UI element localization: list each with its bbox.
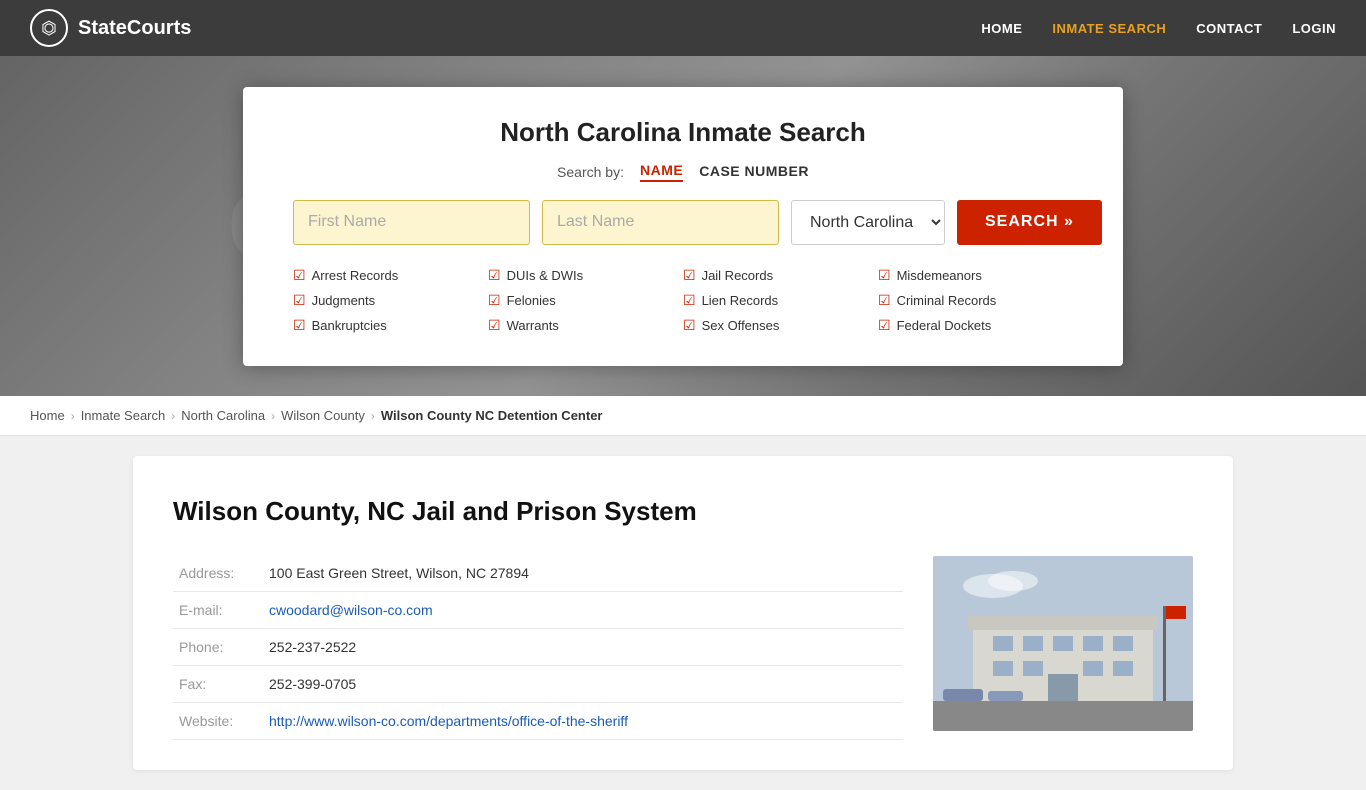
table-row: Phone: 252-237-2522 <box>173 629 903 666</box>
check-icon: ☑ <box>683 317 696 334</box>
record-jail: ☑ Jail Records <box>683 265 878 286</box>
table-row: Address: 100 East Green Street, Wilson, … <box>173 555 903 592</box>
breadcrumb-current: Wilson County NC Detention Center <box>381 408 603 423</box>
check-icon: ☑ <box>878 317 891 334</box>
breadcrumb-sep-2: › <box>171 409 175 423</box>
breadcrumb-home[interactable]: Home <box>30 408 65 423</box>
record-lien-label: Lien Records <box>702 293 779 308</box>
phone-label: Phone: <box>173 629 263 666</box>
record-bankruptcy: ☑ Bankruptcies <box>293 315 488 336</box>
search-by-row: Search by: NAME CASE NUMBER <box>293 162 1073 182</box>
record-criminal-label: Criminal Records <box>897 293 997 308</box>
record-bankruptcy-label: Bankruptcies <box>312 318 387 333</box>
check-icon: ☑ <box>878 267 891 284</box>
tab-case-number[interactable]: CASE NUMBER <box>699 163 809 181</box>
check-icon: ☑ <box>683 292 696 309</box>
logo-text: StateCourts <box>78 17 191 40</box>
breadcrumb: Home › Inmate Search › North Carolina › … <box>0 396 1366 436</box>
nav-inmate-search[interactable]: INMATE SEARCH <box>1052 21 1166 36</box>
jail-details: Wilson County, NC Jail and Prison System… <box>173 496 903 740</box>
logo-icon: ⏣ <box>30 9 68 47</box>
record-dui-label: DUIs & DWIs <box>507 268 584 283</box>
site-header: ⏣ StateCourts HOME INMATE SEARCH CONTACT… <box>0 0 1366 56</box>
record-felonies: ☑ Felonies <box>488 290 683 311</box>
last-name-input[interactable] <box>542 200 779 245</box>
record-arrest: ☑ Arrest Records <box>293 265 488 286</box>
website-label: Website: <box>173 703 263 740</box>
email-link[interactable]: cwoodard@wilson-co.com <box>269 602 433 618</box>
check-icon: ☑ <box>878 292 891 309</box>
jail-image <box>933 556 1193 731</box>
check-icon: ☑ <box>293 317 306 334</box>
check-icon: ☑ <box>293 292 306 309</box>
search-by-label: Search by: <box>557 164 624 180</box>
check-icon: ☑ <box>293 267 306 284</box>
table-row: Fax: 252-399-0705 <box>173 666 903 703</box>
check-icon: ☑ <box>488 317 501 334</box>
search-inputs-row: North Carolina Alabama Alaska Arizona Ca… <box>293 200 1073 245</box>
record-misdemeanor-label: Misdemeanors <box>897 268 982 283</box>
search-card-title: North Carolina Inmate Search <box>293 117 1073 148</box>
address-label: Address: <box>173 555 263 592</box>
breadcrumb-sep-3: › <box>271 409 275 423</box>
record-federal-label: Federal Dockets <box>897 318 992 333</box>
breadcrumb-sep-1: › <box>71 409 75 423</box>
nav-contact[interactable]: CONTACT <box>1196 21 1262 36</box>
jail-title: Wilson County, NC Jail and Prison System <box>173 496 903 527</box>
first-name-input[interactable] <box>293 200 530 245</box>
breadcrumb-north-carolina[interactable]: North Carolina <box>181 408 265 423</box>
record-lien: ☑ Lien Records <box>683 290 878 311</box>
address-value: 100 East Green Street, Wilson, NC 27894 <box>263 555 903 592</box>
website-value: http://www.wilson-co.com/departments/off… <box>263 703 903 740</box>
nav-login[interactable]: LOGIN <box>1292 21 1336 36</box>
email-label: E-mail: <box>173 592 263 629</box>
record-felonies-label: Felonies <box>507 293 556 308</box>
table-row: Website: http://www.wilson-co.com/depart… <box>173 703 903 740</box>
state-select[interactable]: North Carolina Alabama Alaska Arizona Ca… <box>791 200 945 245</box>
site-logo[interactable]: ⏣ StateCourts <box>30 9 191 47</box>
record-arrest-label: Arrest Records <box>312 268 399 283</box>
record-jail-label: Jail Records <box>702 268 774 283</box>
record-judgments: ☑ Judgments <box>293 290 488 311</box>
record-federal: ☑ Federal Dockets <box>878 315 1073 336</box>
record-criminal: ☑ Criminal Records <box>878 290 1073 311</box>
breadcrumb-inmate-search[interactable]: Inmate Search <box>81 408 166 423</box>
check-icon: ☑ <box>488 292 501 309</box>
record-sex-offenses: ☑ Sex Offenses <box>683 315 878 336</box>
check-icon: ☑ <box>683 267 696 284</box>
breadcrumb-wilson-county[interactable]: Wilson County <box>281 408 365 423</box>
jail-image-placeholder <box>933 556 1193 731</box>
nav-home[interactable]: HOME <box>981 21 1022 36</box>
fax-value: 252-399-0705 <box>263 666 903 703</box>
breadcrumb-sep-4: › <box>371 409 375 423</box>
search-button[interactable]: SEARCH » <box>957 200 1102 245</box>
record-misdemeanor: ☑ Misdemeanors <box>878 265 1073 286</box>
fax-label: Fax: <box>173 666 263 703</box>
email-value: cwoodard@wilson-co.com <box>263 592 903 629</box>
jail-building-svg <box>933 556 1193 731</box>
record-warrants-label: Warrants <box>507 318 559 333</box>
record-types-grid: ☑ Arrest Records ☑ DUIs & DWIs ☑ Jail Re… <box>293 265 1073 336</box>
record-sex-offenses-label: Sex Offenses <box>702 318 780 333</box>
record-dui: ☑ DUIs & DWIs <box>488 265 683 286</box>
main-content-area: Wilson County, NC Jail and Prison System… <box>0 456 1366 770</box>
table-row: E-mail: cwoodard@wilson-co.com <box>173 592 903 629</box>
main-nav: HOME INMATE SEARCH CONTACT LOGIN <box>981 21 1336 36</box>
website-link[interactable]: http://www.wilson-co.com/departments/off… <box>269 713 628 729</box>
hero-section: COURTHOUSE North Carolina Inmate Search … <box>0 56 1366 396</box>
record-warrants: ☑ Warrants <box>488 315 683 336</box>
search-card: North Carolina Inmate Search Search by: … <box>243 87 1123 366</box>
record-judgments-label: Judgments <box>312 293 376 308</box>
check-icon: ☑ <box>488 267 501 284</box>
info-table: Address: 100 East Green Street, Wilson, … <box>173 555 903 740</box>
jail-info-card: Wilson County, NC Jail and Prison System… <box>133 456 1233 770</box>
phone-value: 252-237-2522 <box>263 629 903 666</box>
tab-name[interactable]: NAME <box>640 162 683 182</box>
